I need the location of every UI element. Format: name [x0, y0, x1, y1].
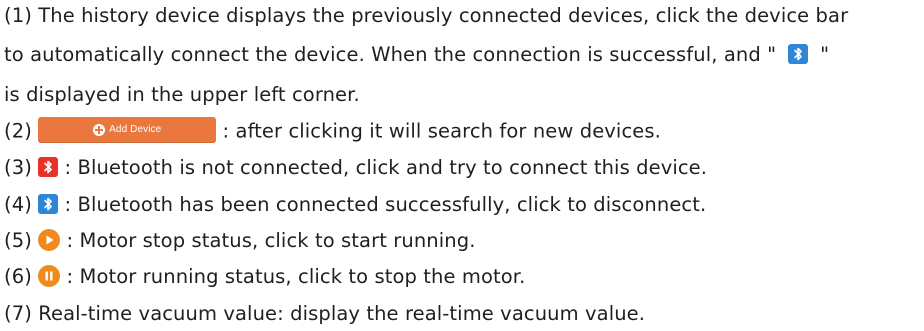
instruction-document: (1) The history device displays the prev…: [0, 0, 924, 331]
bluetooth-disconnected-icon[interactable]: [38, 156, 59, 177]
item-6-line: (6) : Motor running status, click to sto…: [4, 264, 526, 289]
item-3-line: (3) : Bluetooth is not connected, click …: [4, 156, 707, 180]
item-3-number: (3): [4, 156, 32, 179]
item-2-text: : after clicking it will search for new …: [222, 119, 661, 143]
bluetooth-connected-icon[interactable]: [38, 193, 59, 214]
item-1-line-2: to automatically connect the device. Whe…: [4, 43, 829, 67]
item-1-text-a: (1) The history device displays the prev…: [4, 4, 849, 27]
item-5-line: (5) : Motor stop status, click to start …: [4, 228, 476, 253]
item-4-text: : Bluetooth has been connected successfu…: [64, 193, 707, 216]
item-7-line: (7) Real-time vacuum value: display the …: [4, 302, 645, 326]
item-1-line-1: (1) The history device displays the prev…: [4, 4, 848, 28]
item-4-line: (4) : Bluetooth has been connected succe…: [4, 193, 706, 217]
item-1-text-b: to automatically connect the device. Whe…: [4, 43, 777, 66]
item-3-text: : Bluetooth is not connected, click and …: [64, 156, 708, 179]
item-1-text-c: is displayed in the upper left corner.: [4, 83, 360, 106]
item-4-number: (4): [4, 193, 32, 216]
item-7-text: (7) Real-time vacuum value: display the …: [4, 302, 646, 325]
add-device-label: Add Device: [109, 124, 162, 135]
pause-icon[interactable]: [38, 264, 61, 287]
play-icon[interactable]: [38, 228, 61, 251]
item-6-text: : Motor running status, click to stop th…: [66, 265, 526, 288]
item-6-number: (6): [4, 265, 32, 288]
item-2-number: (2): [4, 119, 32, 143]
item-1-quote-close: ": [820, 43, 830, 66]
item-2-line: (2) Add Device : after clicking it will …: [4, 117, 661, 145]
add-device-button[interactable]: Add Device: [38, 117, 217, 143]
item-5-number: (5): [4, 229, 32, 252]
bluetooth-icon: [788, 43, 809, 64]
item-1-line-3: is displayed in the upper left corner.: [4, 83, 360, 107]
item-5-text: : Motor stop status, click to start runn…: [66, 229, 476, 252]
plus-circle-icon: [93, 124, 106, 136]
